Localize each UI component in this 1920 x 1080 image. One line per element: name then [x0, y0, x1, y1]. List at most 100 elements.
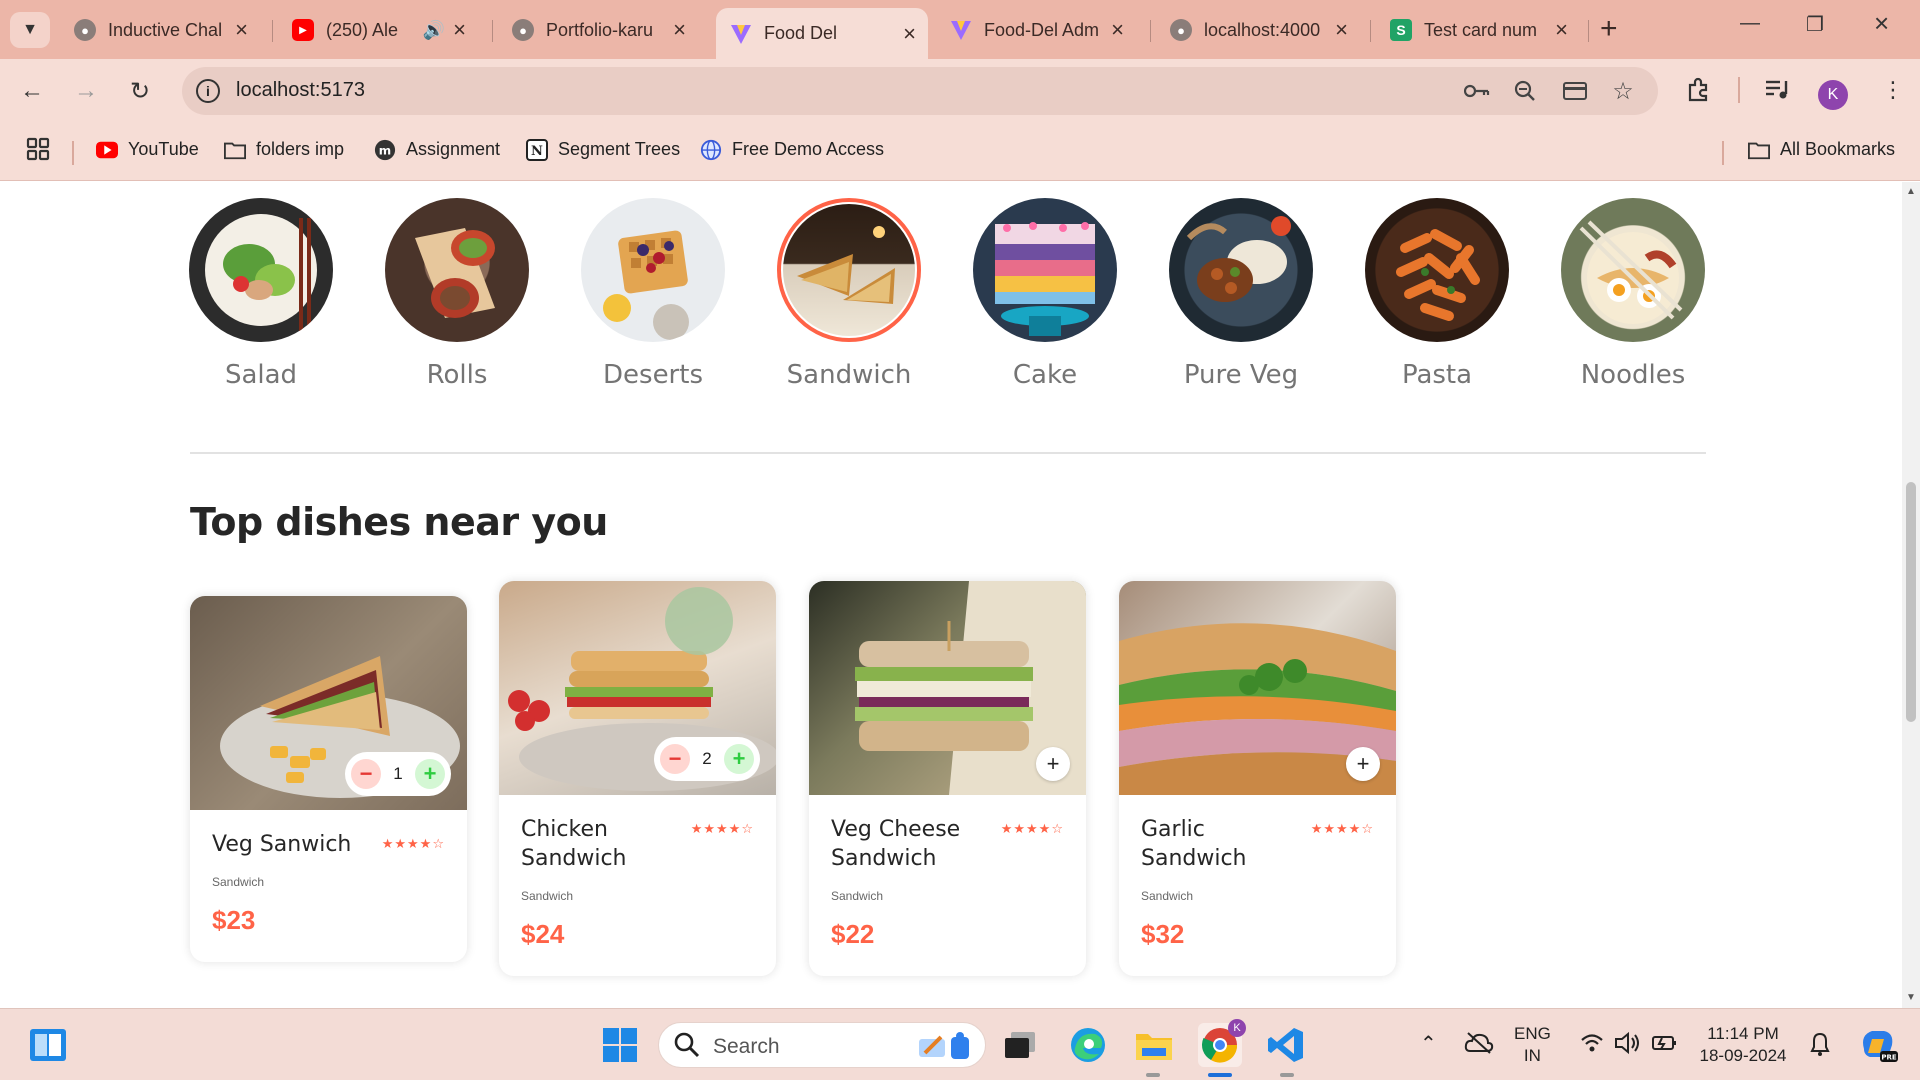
rating-stars: ★★★★☆: [1000, 821, 1064, 836]
scroll-up-icon[interactable]: ▲: [1906, 186, 1916, 197]
bookmark-free-demo[interactable]: Free Demo Access: [700, 139, 884, 160]
dish-card[interactable]: − 2 + Chicken Sandwich ★★★★☆ Sandwich $2…: [499, 581, 776, 976]
close-icon[interactable]: ×: [1555, 19, 1568, 41]
remove-from-cart-button[interactable]: −: [660, 744, 690, 774]
clock[interactable]: 11:14 PM 18-09-2024: [1694, 1023, 1792, 1067]
scroll-down-icon[interactable]: ▼: [1906, 992, 1916, 1003]
close-icon[interactable]: ×: [903, 22, 916, 45]
scrollbar-thumb[interactable]: [1906, 482, 1916, 722]
reload-icon[interactable]: ↻: [124, 75, 156, 107]
add-to-cart-button[interactable]: +: [1346, 747, 1380, 781]
all-bookmarks-button[interactable]: All Bookmarks: [1748, 139, 1895, 160]
noodles-image: [1561, 198, 1705, 342]
bookmark-youtube[interactable]: YouTube: [96, 139, 199, 160]
zoom-icon[interactable]: [1512, 79, 1538, 103]
bookmark-segment-trees[interactable]: N Segment Trees: [526, 138, 680, 161]
dish-image: +: [1119, 581, 1396, 795]
menu-item-noodles[interactable]: Noodles: [1560, 198, 1706, 390]
tab-separator: [1588, 20, 1589, 42]
star-icon[interactable]: ☆: [1610, 78, 1636, 105]
language-indicator[interactable]: ENG IN: [1514, 1023, 1551, 1067]
rating-stars: ★★★★☆: [381, 836, 445, 851]
tab-food-del[interactable]: Food Del ×: [716, 8, 928, 59]
close-icon[interactable]: ×: [1111, 19, 1124, 41]
menu-item-deserts[interactable]: Deserts: [580, 198, 726, 390]
profile-avatar[interactable]: K: [1818, 80, 1848, 110]
dish-category: Sandwich: [1141, 889, 1194, 903]
minimize-icon[interactable]: —: [1740, 12, 1760, 35]
tray-overflow-icon[interactable]: ⌃: [1420, 1031, 1437, 1056]
back-arrow-icon[interactable]: ←: [16, 75, 48, 107]
edge-icon[interactable]: [1066, 1023, 1110, 1067]
volume-icon[interactable]: [1614, 1031, 1640, 1060]
chevron-down-icon: ▼: [22, 21, 38, 38]
menu-item-cake[interactable]: Cake: [972, 198, 1118, 390]
profile-badge-icon: K: [1228, 1019, 1246, 1037]
wifi-icon[interactable]: [1580, 1033, 1604, 1058]
tab-portfolio[interactable]: ● Portfolio-karu ×: [498, 10, 698, 50]
menu-item-pure-veg[interactable]: Pure Veg: [1168, 198, 1314, 390]
close-icon[interactable]: ×: [235, 19, 248, 41]
tab-test-card[interactable]: S Test card num ×: [1376, 10, 1580, 50]
close-icon[interactable]: ×: [1335, 19, 1348, 41]
add-to-cart-button[interactable]: +: [1036, 747, 1070, 781]
tab-inductive[interactable]: ● Inductive Chal ×: [60, 10, 260, 50]
vscode-icon[interactable]: [1264, 1023, 1308, 1067]
tab-localhost-4000[interactable]: ● localhost:4000 ×: [1156, 10, 1360, 50]
forward-arrow-icon[interactable]: →: [70, 75, 102, 107]
close-icon[interactable]: ×: [453, 19, 466, 41]
dish-card[interactable]: + Garlic Sandwich ★★★★☆ Sandwich $32: [1119, 581, 1396, 976]
address-bar[interactable]: i localhost:5173 ☆: [182, 67, 1658, 115]
dish-price: $22: [831, 919, 875, 949]
task-view-icon[interactable]: [998, 1023, 1042, 1067]
taskbar-search[interactable]: Search: [658, 1022, 986, 1068]
card-icon[interactable]: [1562, 79, 1588, 103]
new-tab-button[interactable]: +: [1600, 14, 1618, 44]
site-info-icon[interactable]: i: [196, 79, 220, 103]
chrome-taskbar-icon[interactable]: K: [1198, 1019, 1246, 1067]
dish-info: Chicken Sandwich ★★★★☆ Sandwich $24: [499, 795, 776, 976]
battery-icon[interactable]: [1652, 1033, 1678, 1058]
dish-card[interactable]: + Veg Cheese Sandwich ★★★★☆ Sandwich $22: [809, 581, 1086, 976]
menu-item-pasta[interactable]: Pasta: [1364, 198, 1510, 390]
widgets-icon[interactable]: [26, 1023, 70, 1067]
dish-category: Sandwich: [831, 889, 884, 903]
url-text[interactable]: localhost:5173: [236, 79, 365, 102]
menu-item-salad[interactable]: Salad: [188, 198, 334, 390]
add-to-cart-button[interactable]: +: [724, 744, 754, 774]
tab-search-button[interactable]: ▼: [10, 12, 50, 48]
key-icon[interactable]: [1464, 79, 1490, 103]
dish-card[interactable]: − 1 + Veg Sanwich ★★★★☆ Sandwich $23: [190, 596, 467, 962]
file-explorer-icon[interactable]: [1132, 1023, 1176, 1067]
bookmark-assignment[interactable]: m Assignment: [374, 139, 500, 160]
svg-text:PRE: PRE: [1881, 1054, 1897, 1062]
media-control-icon[interactable]: [1764, 77, 1792, 108]
close-icon[interactable]: ×: [673, 19, 686, 41]
deserts-image: [581, 198, 725, 342]
extensions-icon[interactable]: [1686, 77, 1712, 110]
notification-icon[interactable]: [1808, 1031, 1832, 1062]
tab-separator: [272, 20, 273, 42]
bookmark-folders-imp[interactable]: folders imp: [224, 139, 344, 160]
restore-icon[interactable]: ❐: [1806, 12, 1824, 37]
windows-start-icon[interactable]: [598, 1023, 642, 1067]
svg-text:N: N: [531, 144, 543, 159]
page-scrollbar[interactable]: ▲ ▼: [1902, 182, 1920, 1008]
tab-food-del-admin[interactable]: Food-Del Adm ×: [936, 10, 1136, 50]
menu-item-sandwich[interactable]: Sandwich: [776, 198, 922, 390]
menu-item-rolls[interactable]: Rolls: [384, 198, 530, 390]
globe-icon: ●: [74, 19, 96, 41]
apps-grid-icon[interactable]: [26, 137, 50, 161]
pasta-image: [1365, 198, 1509, 342]
dish-info: Veg Cheese Sandwich ★★★★☆ Sandwich $22: [809, 795, 1086, 976]
window-close-icon[interactable]: ×: [1874, 8, 1889, 39]
pure-veg-image: [1169, 198, 1313, 342]
add-to-cart-button[interactable]: +: [415, 759, 445, 789]
onedrive-icon[interactable]: [1464, 1031, 1494, 1060]
medium-icon: m: [374, 139, 396, 160]
speaker-icon[interactable]: 🔊: [423, 20, 445, 41]
remove-from-cart-button[interactable]: −: [351, 759, 381, 789]
tab-youtube[interactable]: ▶ (250) Ale 🔊 ×: [278, 10, 478, 50]
copilot-icon[interactable]: PRE: [1858, 1025, 1898, 1068]
menu-dots-icon[interactable]: ⋮: [1882, 77, 1904, 103]
